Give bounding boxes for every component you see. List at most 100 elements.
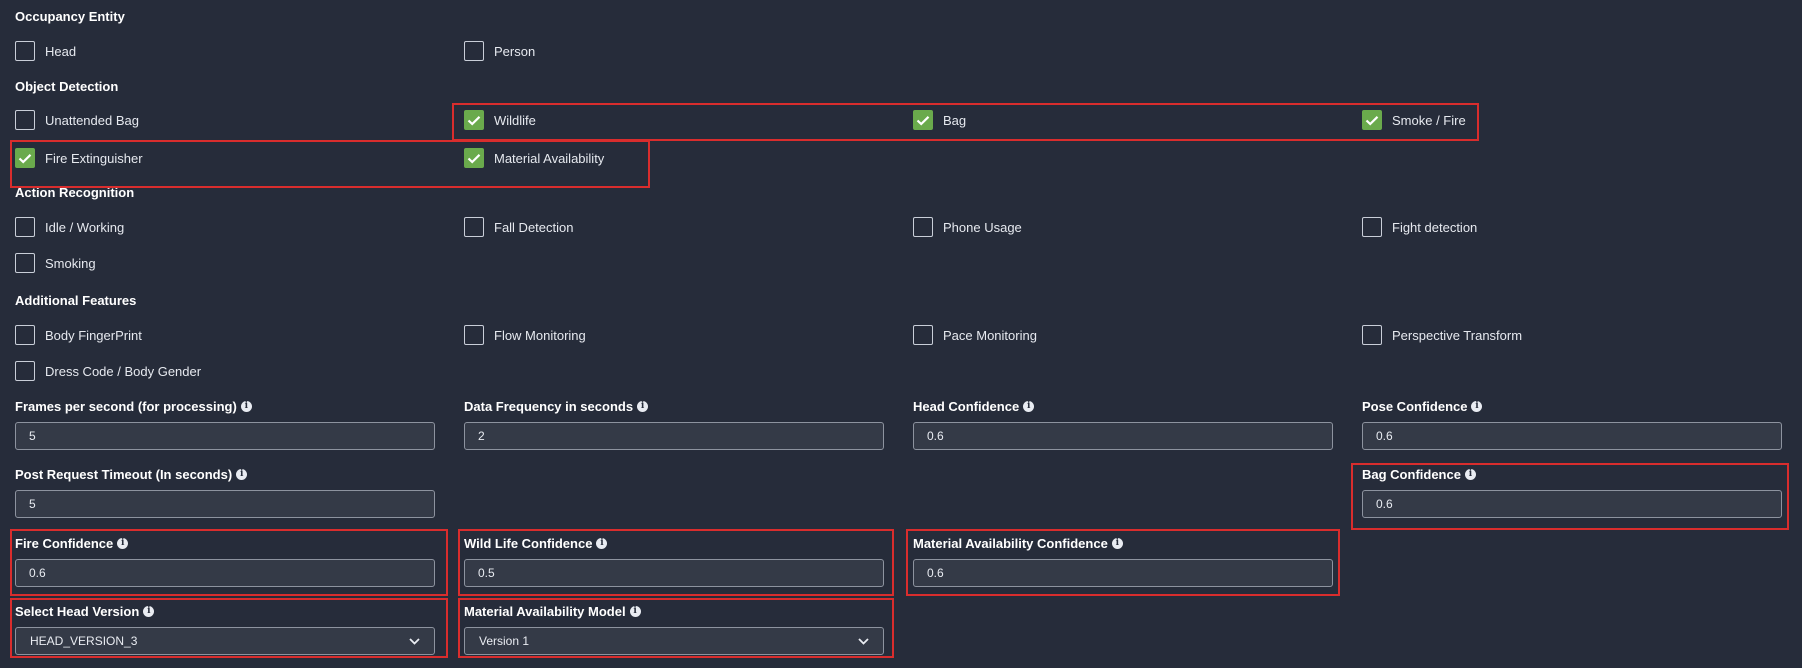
- field-wildlife-confidence: Wild Life Confidence i: [464, 535, 884, 587]
- material-confidence-input[interactable]: [913, 559, 1333, 587]
- checkbox-pace-monitoring[interactable]: Pace Monitoring: [913, 323, 1037, 347]
- field-label-row: Material Availability Model i: [464, 603, 884, 619]
- info-icon[interactable]: i: [1471, 400, 1483, 412]
- field-pose-confidence: Pose Confidence i: [1362, 398, 1782, 450]
- checkbox-material-availability[interactable]: Material Availability: [464, 146, 604, 170]
- select-value: Version 1: [479, 634, 530, 648]
- checkbox-box[interactable]: [1362, 217, 1382, 237]
- field-label-row: Material Availability Confidence i: [913, 535, 1333, 551]
- checkbox-box[interactable]: [464, 110, 484, 130]
- info-icon[interactable]: i: [1464, 468, 1476, 480]
- field-label-row: Fire Confidence i: [15, 535, 435, 551]
- checkbox-label: Head: [45, 43, 77, 59]
- checkbox-box[interactable]: [15, 253, 35, 273]
- checkbox-label: Idle / Working: [45, 219, 125, 235]
- info-icon[interactable]: i: [1023, 400, 1035, 412]
- checkbox-box[interactable]: [1362, 325, 1382, 345]
- head-confidence-input[interactable]: [913, 422, 1333, 450]
- wildlife-confidence-input[interactable]: [464, 559, 884, 587]
- fps-input[interactable]: [15, 422, 435, 450]
- checkbox-flow-monitoring[interactable]: Flow Monitoring: [464, 323, 586, 347]
- info-icon[interactable]: i: [240, 400, 252, 412]
- field-label-row: Post Request Timeout (In seconds) i: [15, 466, 435, 482]
- field-label: Select Head Version: [15, 603, 140, 619]
- section-title-object-detection: Object Detection: [15, 79, 119, 94]
- checkbox-box[interactable]: [464, 41, 484, 61]
- checkbox-smoking[interactable]: Smoking: [15, 251, 96, 275]
- field-fire-confidence: Fire Confidence i: [15, 535, 435, 587]
- chevron-down-icon: [409, 637, 420, 645]
- checkbox-body-fingerprint[interactable]: Body FingerPrint: [15, 323, 142, 347]
- checkbox-fall-detection[interactable]: Fall Detection: [464, 215, 573, 239]
- field-label: Bag Confidence: [1362, 466, 1461, 482]
- checkbox-box[interactable]: [15, 361, 35, 381]
- checkbox-box[interactable]: [15, 217, 35, 237]
- checkbox-box[interactable]: [464, 148, 484, 168]
- checkbox-box[interactable]: [15, 110, 35, 130]
- checkbox-box[interactable]: [15, 148, 35, 168]
- bag-confidence-input[interactable]: [1362, 490, 1782, 518]
- checkbox-dress-code[interactable]: Dress Code / Body Gender: [15, 359, 201, 383]
- field-label: Pose Confidence: [1362, 398, 1468, 414]
- checkbox-smoke-fire[interactable]: Smoke / Fire: [1362, 108, 1466, 132]
- checkbox-box[interactable]: [464, 217, 484, 237]
- info-icon[interactable]: i: [143, 605, 155, 617]
- checkbox-box[interactable]: [913, 325, 933, 345]
- info-icon[interactable]: i: [596, 537, 608, 549]
- field-label-row: Pose Confidence i: [1362, 398, 1782, 414]
- checkbox-unattended-bag[interactable]: Unattended Bag: [15, 108, 139, 132]
- field-head-confidence: Head Confidence i: [913, 398, 1333, 450]
- field-bag-confidence: Bag Confidence i: [1362, 466, 1782, 518]
- info-icon[interactable]: i: [629, 605, 641, 617]
- checkbox-box[interactable]: [464, 325, 484, 345]
- material-model-select[interactable]: Version 1: [464, 627, 884, 655]
- checkbox-fight-detection[interactable]: Fight detection: [1362, 215, 1477, 239]
- checkbox-label: Flow Monitoring: [494, 327, 586, 343]
- checkbox-bag[interactable]: Bag: [913, 108, 966, 132]
- field-head-version: Select Head Version i HEAD_VERSION_3: [15, 603, 435, 655]
- field-label: Fire Confidence: [15, 535, 114, 551]
- info-icon[interactable]: i: [236, 468, 248, 480]
- checkbox-head[interactable]: Head: [15, 39, 76, 63]
- field-fps: Frames per second (for processing) i: [15, 398, 435, 450]
- checkbox-label: Phone Usage: [943, 219, 1022, 235]
- info-icon[interactable]: i: [637, 400, 649, 412]
- field-label-row: Data Frequency in seconds i: [464, 398, 884, 414]
- checkbox-wildlife[interactable]: Wildlife: [464, 108, 536, 132]
- checkbox-label: Pace Monitoring: [943, 327, 1037, 343]
- section-title-additional-features: Additional Features: [15, 293, 137, 308]
- checkbox-box[interactable]: [15, 41, 35, 61]
- field-label-row: Select Head Version i: [15, 603, 435, 619]
- field-label: Frames per second (for processing): [15, 398, 237, 414]
- checkbox-phone-usage[interactable]: Phone Usage: [913, 215, 1022, 239]
- head-version-select[interactable]: HEAD_VERSION_3: [15, 627, 435, 655]
- checkbox-label: Fall Detection: [494, 219, 574, 235]
- checkbox-label: Fight detection: [1392, 219, 1478, 235]
- checkbox-label: Bag: [943, 112, 967, 128]
- pose-confidence-input[interactable]: [1362, 422, 1782, 450]
- checkbox-person[interactable]: Person: [464, 39, 535, 63]
- section-title-occupancy-entity: Occupancy Entity: [15, 9, 125, 24]
- field-material-confidence: Material Availability Confidence i: [913, 535, 1333, 587]
- checkbox-box[interactable]: [913, 110, 933, 130]
- checkbox-box[interactable]: [913, 217, 933, 237]
- checkbox-label: Smoking: [45, 255, 96, 271]
- field-label: Wild Life Confidence: [464, 535, 593, 551]
- checkbox-label: Perspective Transform: [1392, 327, 1523, 343]
- checkbox-perspective-transform[interactable]: Perspective Transform: [1362, 323, 1522, 347]
- check-icon: [467, 153, 481, 164]
- post-timeout-input[interactable]: [15, 490, 435, 518]
- field-label-row: Wild Life Confidence i: [464, 535, 884, 551]
- checkbox-idle-working[interactable]: Idle / Working: [15, 215, 124, 239]
- checkbox-fire-extinguisher[interactable]: Fire Extinguisher: [15, 146, 143, 170]
- checkbox-label: Material Availability: [494, 150, 605, 166]
- check-icon: [18, 153, 32, 164]
- checkbox-box[interactable]: [1362, 110, 1382, 130]
- info-icon[interactable]: i: [117, 537, 129, 549]
- checkbox-box[interactable]: [15, 325, 35, 345]
- checkbox-label: Wildlife: [494, 112, 536, 128]
- info-icon[interactable]: i: [1111, 537, 1123, 549]
- fire-confidence-input[interactable]: [15, 559, 435, 587]
- data-frequency-input[interactable]: [464, 422, 884, 450]
- field-data-frequency: Data Frequency in seconds i: [464, 398, 884, 450]
